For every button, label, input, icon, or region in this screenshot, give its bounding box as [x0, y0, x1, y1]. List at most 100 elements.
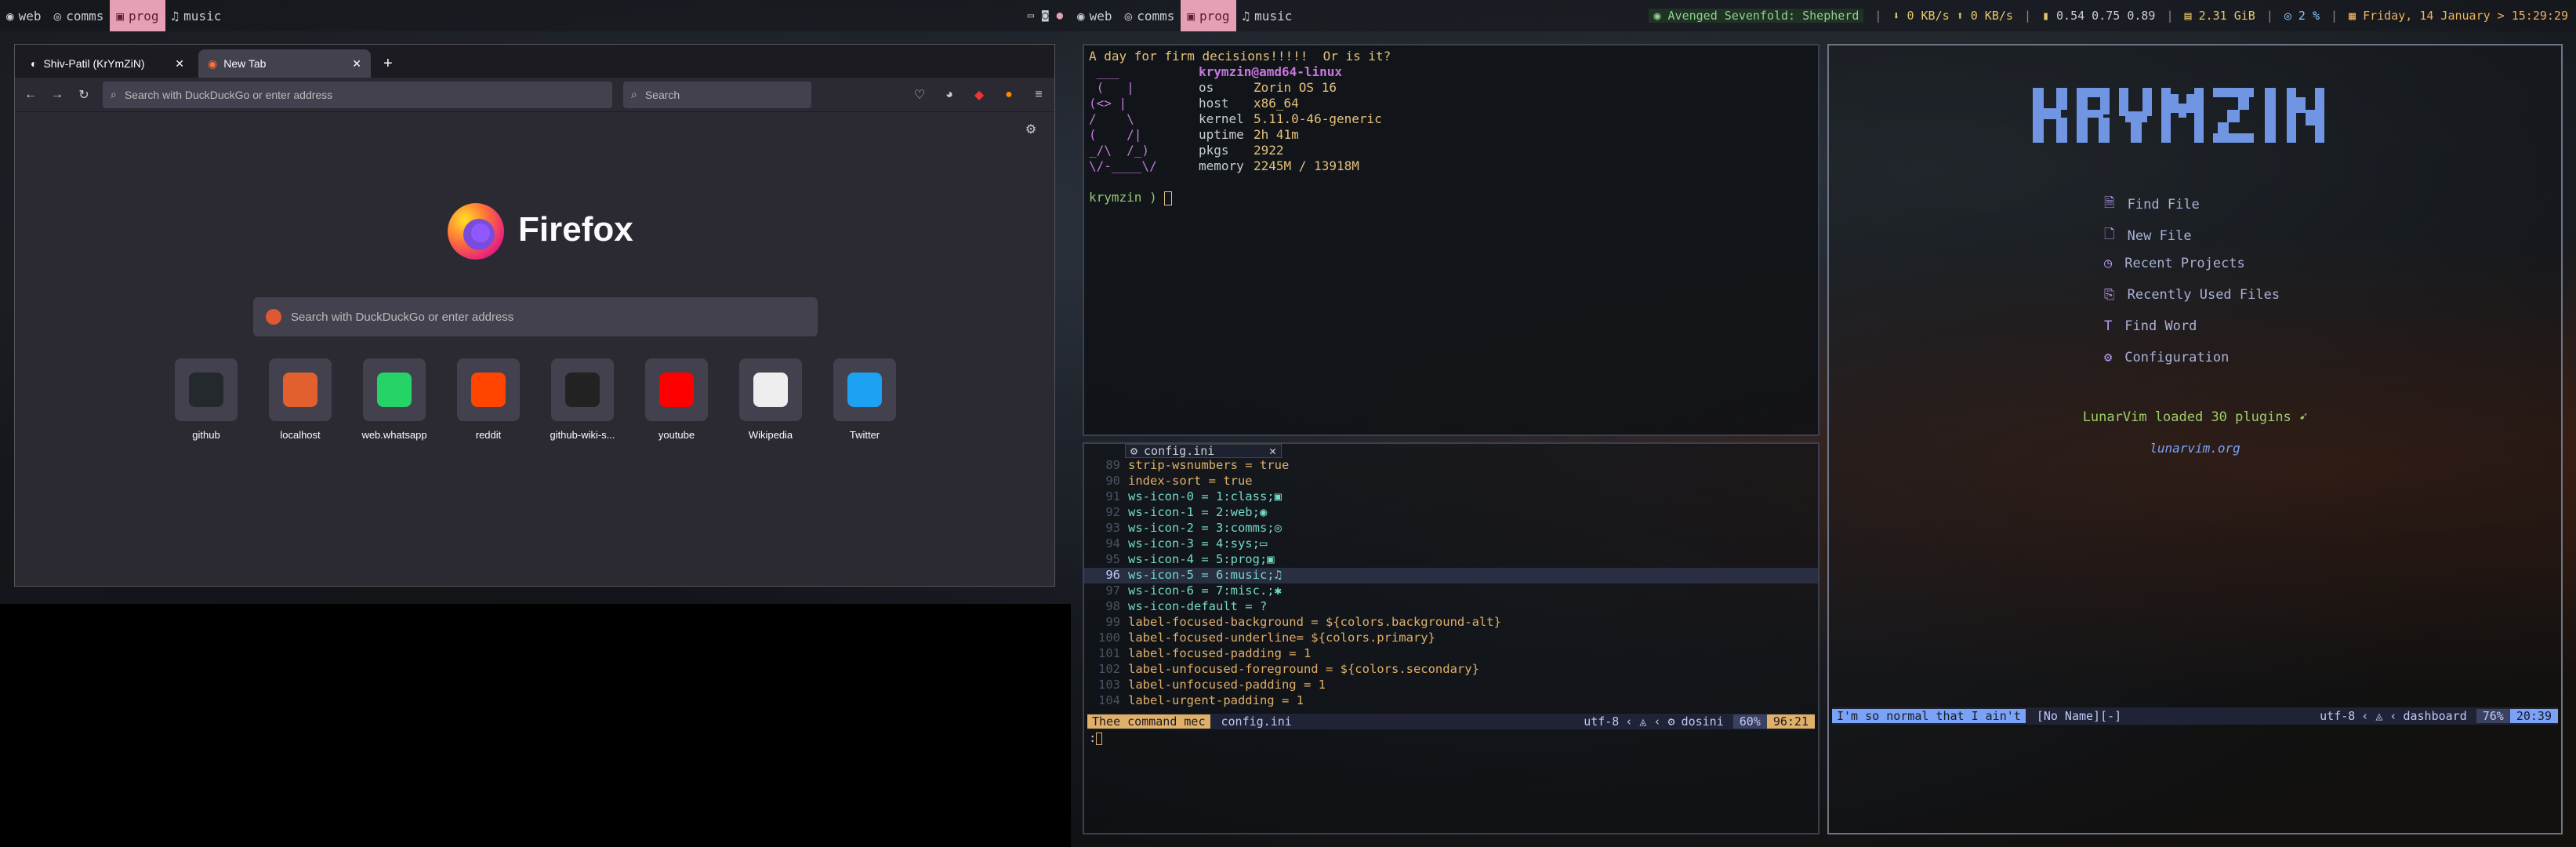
code-line[interactable]: 89 strip-wsnumbers = true: [1084, 458, 1818, 474]
code-line[interactable]: 95 ws-icon-4 = 5:prog;▣: [1084, 552, 1818, 568]
reload-icon[interactable]: ↻: [76, 87, 92, 103]
dashboard-item-icon: ⎘: [2104, 287, 2115, 303]
close-tab-icon[interactable]: ✕: [352, 57, 361, 71]
top-site-3[interactable]: [457, 358, 520, 421]
pocket-icon[interactable]: ♡: [912, 87, 927, 103]
buffer-tab[interactable]: ⚙ config.ini ✕: [1125, 444, 1282, 458]
now-playing[interactable]: ◉ Avenged Sevenfold: Shepherd: [1649, 9, 1864, 23]
tray: ▭ ◙ ●: [1028, 9, 1071, 22]
search-icon: ⌕: [111, 88, 117, 100]
workspace-comms[interactable]: ◎ comms: [48, 0, 111, 31]
scroll-percent: 60%: [1732, 714, 1767, 729]
clock-module[interactable]: ▦ Friday, 14 January > 15:29:29: [2349, 9, 2568, 23]
top-site-4[interactable]: [551, 358, 614, 421]
home-search-box[interactable]: Search with DuckDuckGo or enter address: [253, 297, 818, 336]
url-bar[interactable]: ⌕ Search with DuckDuckGo or enter addres…: [103, 81, 612, 108]
settings-gear-icon[interactable]: ⚙: [1023, 122, 1039, 137]
code-line[interactable]: 101 label-focused-padding = 1: [1084, 646, 1818, 662]
workspace-web[interactable]: ◉ web: [1071, 0, 1119, 31]
site-logo-icon: [753, 373, 788, 407]
dashboard-item-find-file[interactable]: 🗎 Find File: [2104, 193, 2200, 216]
extension-red-icon[interactable]: ◆: [971, 87, 987, 103]
workspace-web[interactable]: ◉ web: [0, 0, 48, 31]
spotify-icon: ◉: [1653, 9, 1668, 23]
lunarvim-url[interactable]: lunarvim.org: [1829, 441, 2561, 456]
ascii-art-line: ( /|: [1089, 127, 1142, 142]
code-line[interactable]: 104 label-urgent-padding = 1: [1084, 693, 1818, 709]
workspace-prog[interactable]: ▣ prog: [110, 0, 165, 31]
top-site-7[interactable]: [833, 358, 896, 421]
dashboard-item-label: Find File: [2127, 196, 2200, 213]
site-logo-icon: [283, 373, 317, 407]
new-tab-page: ⚙ Firefox Search with DuckDuckGo or ente…: [15, 112, 1054, 586]
top-site-1[interactable]: [269, 358, 332, 421]
code-line[interactable]: 93 ws-icon-2 = 3:comms;◎: [1084, 521, 1818, 536]
dashboard-statusline: I'm so normal that I ain't [No Name][-] …: [1832, 707, 2558, 725]
lunarvim-dashboard[interactable]: 🗎 Find File 🗋 New File ◷ Recent Projects ⎘ Rece…: [1827, 44, 2563, 834]
line-number: 104: [1098, 693, 1120, 707]
search-bar[interactable]: ⌕ Search: [623, 81, 811, 108]
encoding: utf-8: [1584, 714, 1620, 729]
code-line[interactable]: 90 index-sort = true: [1084, 474, 1818, 489]
dashboard-item-recent-projects[interactable]: ◷ Recent Projects: [2104, 256, 2245, 271]
top-site-2[interactable]: [363, 358, 426, 421]
tab-new-tab[interactable]: ◉ New Tab ✕: [198, 49, 371, 78]
top-site-6[interactable]: [739, 358, 802, 421]
workspace-music[interactable]: ♫ music: [165, 0, 228, 31]
net-module: ⬇ 0 KB/s ⬆ 0 KB/s: [1892, 9, 2013, 23]
tray-screen-icon[interactable]: ▭: [1028, 9, 1034, 22]
code-line[interactable]: 91 ws-icon-0 = 1:class;▣: [1084, 489, 1818, 505]
code-line[interactable]: 102 label-unfocused-foreground = ${colors…: [1084, 662, 1818, 678]
new-tab-plus-icon[interactable]: +: [376, 49, 401, 78]
editor-terminal[interactable]: ⚙ config.ini ✕ 89 strip-wsnumbers = true 90 i…: [1083, 442, 1820, 834]
dashboard-item-label: Recent Projects: [2124, 256, 2245, 271]
top-site-5[interactable]: [645, 358, 708, 421]
forward-icon[interactable]: →: [49, 87, 65, 103]
code-line[interactable]: 100 label-focused-underline= ${colors.pri…: [1084, 631, 1818, 646]
extension-icon[interactable]: ◕: [942, 87, 957, 103]
separator: |: [2166, 9, 2174, 23]
menu-icon[interactable]: ≡: [1031, 87, 1047, 103]
workspace-music-icon: ♫: [1242, 8, 1250, 24]
back-icon[interactable]: ←: [23, 87, 38, 103]
code-line[interactable]: 96 ws-icon-5 = 6:music;♫: [1084, 568, 1818, 583]
separator: |: [2331, 9, 2338, 23]
tray-app-icon[interactable]: ●: [1057, 9, 1063, 22]
workspace-comms-icon: ◎: [1124, 8, 1133, 24]
close-tab-icon[interactable]: ✕: [175, 57, 184, 71]
workspace-label: prog: [1199, 8, 1230, 24]
extension-orange-icon[interactable]: ●: [1001, 87, 1017, 103]
code-line[interactable]: 99 label-focused-background = ${colors.ba…: [1084, 615, 1818, 631]
dashboard-item-icon: ◷: [2104, 256, 2113, 271]
dashboard-item-recently-used-files[interactable]: ⎘ Recently Used Files: [2104, 287, 2280, 303]
status-modules: ◉ Avenged Sevenfold: Shepherd | ⬇ 0 KB/s…: [1649, 9, 2576, 23]
line-text: ws-icon-5 = 6:music;♫: [1128, 568, 1282, 582]
linux-icon: ‹ ◬ ‹: [2361, 709, 2397, 723]
command-line[interactable]: :: [1089, 731, 1103, 747]
code-line[interactable]: 103 label-unfocused-padding = 1: [1084, 678, 1818, 693]
dashboard-item-configuration[interactable]: ⚙ Configuration: [2104, 350, 2229, 365]
workspace-music[interactable]: ♫ music: [1236, 0, 1299, 31]
tray-discord-icon[interactable]: ◙: [1042, 9, 1048, 22]
fetch-row: uptime 2h 41m: [1199, 127, 1299, 142]
dashboard-item-new-file[interactable]: 🗋 New File: [2104, 224, 2192, 247]
ascii-art-line: ___: [1089, 64, 1119, 79]
dashboard-item-icon: ⚙: [2104, 350, 2113, 365]
code-line[interactable]: 97 ws-icon-6 = 7:misc.;✱: [1084, 583, 1818, 599]
code-line[interactable]: 92 ws-icon-1 = 2:web;◉: [1084, 505, 1818, 521]
workspace-comms[interactable]: ◎ comms: [1119, 0, 1181, 31]
workspace-prog[interactable]: ▣ prog: [1181, 0, 1236, 31]
ascii-art: ___ ( | (<> | / \( /| _/\ /_) \/-____\/: [1089, 64, 1199, 174]
fetch-row: host x86_64: [1199, 96, 1299, 111]
close-icon[interactable]: ✕: [1269, 444, 1276, 458]
dashboard-item-find-word[interactable]: T Find Word: [2104, 318, 2197, 334]
top-site-0[interactable]: [175, 358, 238, 421]
fetch-terminal[interactable]: A day for firm decisions!!!!! Or is it? …: [1083, 44, 1820, 436]
shell-prompt[interactable]: krymzin ): [1089, 190, 1813, 205]
filetype: dosini: [1681, 714, 1724, 729]
code-view[interactable]: 89 strip-wsnumbers = true 90 index-sort = t…: [1084, 458, 1818, 709]
tab-github[interactable]: ◐ Shiv-Patil (KrYmZiN) ✕: [21, 49, 194, 78]
top-site-label: reddit: [475, 429, 502, 441]
code-line[interactable]: 98 ws-icon-default = ?: [1084, 599, 1818, 615]
code-line[interactable]: 94 ws-icon-3 = 4:sys;▭: [1084, 536, 1818, 552]
